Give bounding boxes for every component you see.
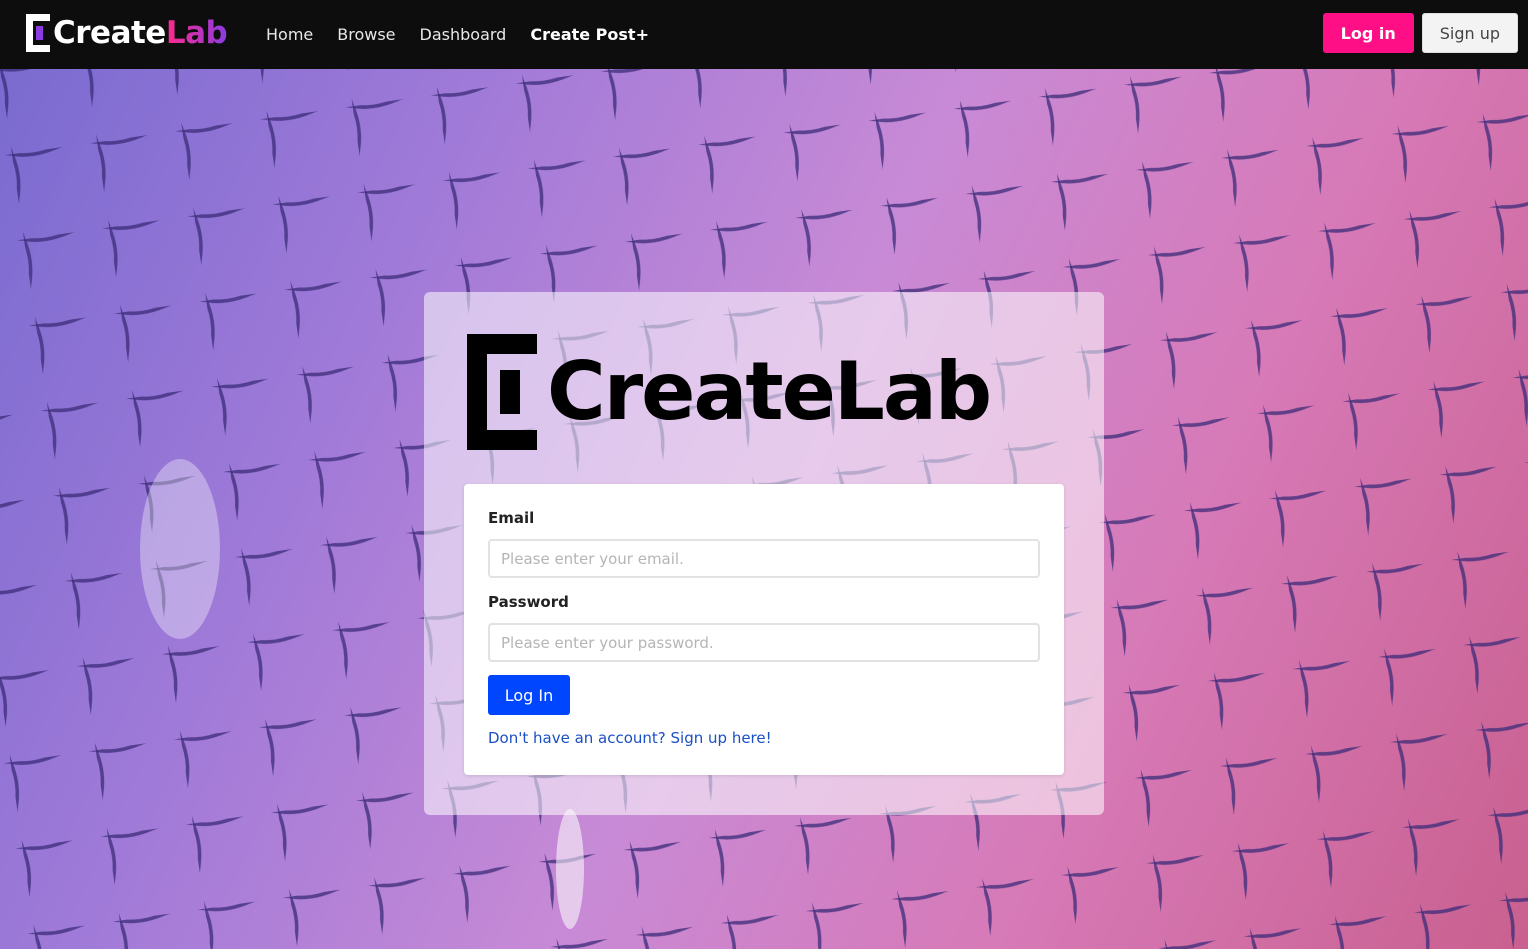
panel-logo: CreateLab xyxy=(467,334,992,450)
brand-name-lab: Lab xyxy=(165,14,228,51)
brand-logo[interactable]: CreateLab xyxy=(26,13,228,53)
email-input[interactable] xyxy=(488,539,1040,578)
signup-link[interactable]: Don't have an account? Sign up here! xyxy=(488,729,772,747)
password-input[interactable] xyxy=(488,623,1040,662)
email-label: Email xyxy=(488,509,535,527)
nav-link-create-post[interactable]: Create Post+ xyxy=(530,25,649,44)
createlab-logo-icon xyxy=(467,334,537,450)
login-submit-button[interactable]: Log In xyxy=(488,675,570,715)
nav-login-button[interactable]: Log in xyxy=(1322,13,1414,53)
nav-links: Home Browse Dashboard Create Post+ xyxy=(266,0,649,69)
top-navbar: CreateLab Home Browse Dashboard Create P… xyxy=(0,0,1528,69)
nav-auth-buttons: Log in Sign up xyxy=(1322,13,1518,53)
login-form: Email Password Log In Don't have an acco… xyxy=(464,484,1064,775)
nav-signup-button[interactable]: Sign up xyxy=(1421,13,1518,53)
password-label: Password xyxy=(488,593,569,611)
nav-link-home[interactable]: Home xyxy=(266,25,313,44)
brand-name-create: Create xyxy=(53,14,166,51)
panel-logo-text: CreateLab xyxy=(547,345,992,438)
createlab-logo-icon xyxy=(26,14,50,52)
nav-link-dashboard[interactable]: Dashboard xyxy=(420,25,507,44)
nav-link-browse[interactable]: Browse xyxy=(337,25,395,44)
login-panel: CreateLab Email Password Log In Don't ha… xyxy=(424,292,1104,815)
brand-name: CreateLab xyxy=(53,14,228,51)
